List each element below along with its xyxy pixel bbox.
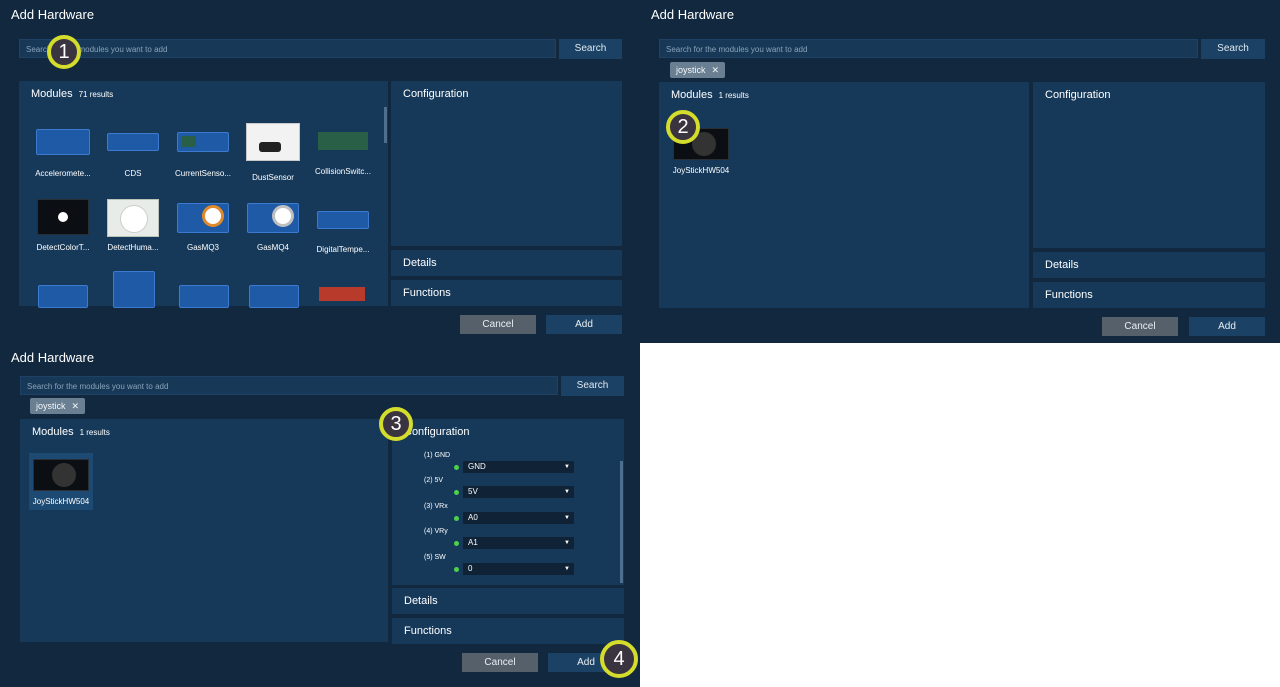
- gas-sensor-icon: [177, 203, 229, 233]
- cancel-button[interactable]: Cancel: [460, 315, 536, 334]
- status-dot: [454, 516, 459, 521]
- details-section[interactable]: Details: [392, 588, 624, 614]
- cancel-button[interactable]: Cancel: [462, 653, 538, 672]
- module-card[interactable]: CollisionSwitc...: [307, 121, 379, 176]
- details-section[interactable]: Details: [391, 250, 622, 276]
- pin-select[interactable]: 5V ▼: [463, 486, 574, 498]
- filter-chip[interactable]: joystick ✕: [30, 398, 86, 414]
- joystick-module-icon: [33, 459, 89, 491]
- pin-label: (2) 5V: [424, 477, 444, 484]
- remove-chip-icon[interactable]: ✕: [72, 401, 80, 411]
- add-button[interactable]: Add: [546, 315, 622, 334]
- module-partial-icon: [38, 285, 88, 308]
- modules-scrollbar[interactable]: [384, 107, 387, 143]
- functions-section[interactable]: Functions: [1033, 282, 1265, 308]
- add-button[interactable]: Add: [1189, 317, 1265, 336]
- module-card[interactable]: Acceleromete...: [27, 121, 99, 178]
- pin-select[interactable]: A1 ▼: [463, 537, 574, 549]
- module-partial-icon: [319, 287, 365, 301]
- configuration-panel: Configuration: [1033, 82, 1265, 248]
- modules-title: Modules 1 results: [671, 89, 749, 101]
- search-input[interactable]: Search for the modules you want to add: [19, 39, 556, 58]
- search-button[interactable]: Search: [561, 376, 624, 396]
- pin-label: (1) GND: [424, 452, 451, 459]
- cds-board-icon: [107, 133, 159, 151]
- module-card[interactable]: GasMQ3: [167, 199, 239, 252]
- configuration-panel: Configuration: [391, 81, 622, 246]
- config-scrollbar[interactable]: [620, 461, 623, 583]
- gas-sensor-icon: [247, 203, 299, 233]
- module-card[interactable]: DigitalTempe...: [307, 199, 379, 254]
- dialog-title: Add Hardware: [11, 7, 95, 22]
- module-card[interactable]: CDS: [97, 121, 169, 178]
- configuration-title: Configuration: [404, 426, 470, 438]
- chevron-down-icon: ▼: [564, 464, 570, 470]
- module-card[interactable]: GasMQ4: [237, 199, 309, 252]
- status-dot: [454, 490, 459, 495]
- pin-label: (4) VRy: [424, 528, 448, 535]
- accelerometer-board-icon: [36, 129, 90, 155]
- module-card[interactable]: DetectColorT...: [27, 199, 99, 252]
- step-marker-3: 3: [379, 407, 413, 441]
- pin-select[interactable]: A0 ▼: [463, 512, 574, 524]
- module-card[interactable]: JoyStickHW504: [29, 453, 93, 510]
- dialog-title: Add Hardware: [651, 7, 735, 22]
- status-dot: [454, 465, 459, 470]
- remove-chip-icon[interactable]: ✕: [712, 65, 720, 75]
- search-button[interactable]: Search: [1201, 39, 1265, 59]
- filter-chip[interactable]: joystick ✕: [670, 62, 726, 78]
- modules-panel: Modules 71 results Acceleromete... CDS Cu…: [19, 81, 388, 308]
- chevron-down-icon: ▼: [564, 489, 570, 495]
- chevron-down-icon: ▼: [564, 515, 570, 521]
- chevron-down-icon: ▼: [564, 566, 570, 572]
- module-card[interactable]: DustSensor: [237, 121, 309, 182]
- modules-title: Modules 71 results: [31, 88, 114, 100]
- pin-select[interactable]: 0 ▼: [463, 563, 574, 575]
- modules-panel: Modules 1 results JoyStickHW504: [20, 419, 388, 642]
- add-hardware-dialog-1: Add Hardware Search for the modules you …: [0, 0, 640, 343]
- chevron-down-icon: ▼: [564, 540, 570, 546]
- add-hardware-dialog-2: Add Hardware Search for the modules you …: [640, 0, 1280, 343]
- pin-select[interactable]: GND ▼: [463, 461, 574, 473]
- module-partial-icon: [113, 271, 155, 308]
- search-button[interactable]: Search: [559, 39, 622, 59]
- functions-section[interactable]: Functions: [391, 280, 622, 306]
- functions-section[interactable]: Functions: [392, 618, 624, 644]
- search-input[interactable]: Search for the modules you want to add: [20, 376, 558, 395]
- step-marker-2: 2: [666, 110, 700, 144]
- module-card[interactable]: CurrentSenso...: [167, 121, 239, 178]
- pin-label: (3) VRx: [424, 503, 448, 510]
- configuration-panel: Configuration (1) GND GND ▼ (2) 5V 5V ▼ (3…: [392, 419, 624, 585]
- details-section[interactable]: Details: [1033, 252, 1265, 278]
- collision-switch-icon: [318, 132, 368, 150]
- cancel-button[interactable]: Cancel: [1102, 317, 1178, 336]
- step-marker-1: 1: [47, 35, 81, 69]
- configuration-title: Configuration: [1045, 89, 1111, 101]
- digital-temperature-icon: [317, 211, 369, 229]
- pin-label: (5) SW: [424, 554, 446, 561]
- module-partial-icon: [249, 285, 299, 308]
- modules-panel: Modules 1 results JoyStickHW504: [659, 82, 1029, 308]
- modules-title: Modules 1 results: [32, 426, 110, 438]
- status-dot: [454, 567, 459, 572]
- add-hardware-dialog-3: Add Hardware Search for the modules you …: [0, 343, 640, 687]
- current-sensor-board-icon: [177, 132, 229, 152]
- results-count: 1 results: [79, 428, 110, 437]
- module-card[interactable]: DetectHuma...: [97, 199, 169, 252]
- results-count: 1 results: [718, 91, 749, 100]
- dialog-title: Add Hardware: [11, 350, 95, 365]
- module-partial-icon: [179, 285, 229, 308]
- dust-sensor-icon: [246, 123, 300, 161]
- results-count: 71 results: [78, 90, 114, 99]
- color-sensor-icon: [37, 199, 89, 235]
- configuration-title: Configuration: [403, 88, 469, 100]
- status-dot: [454, 541, 459, 546]
- pir-sensor-icon: [107, 199, 159, 237]
- step-marker-4: 4: [600, 640, 638, 678]
- search-input[interactable]: Search for the modules you want to add: [659, 39, 1198, 58]
